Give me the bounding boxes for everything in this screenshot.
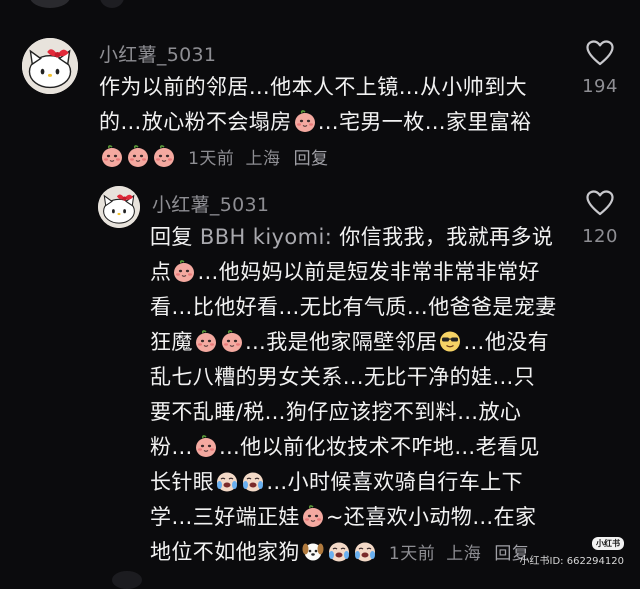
- comment-text-segment: 粉…: [150, 435, 193, 459]
- comment-line: 长针眼 …小时候喜欢骑自行车上下: [150, 465, 570, 500]
- crying-laugh-emoji-icon: [353, 539, 377, 563]
- peach-blush-emoji-icon: [100, 144, 124, 168]
- comment-location: 上海: [245, 149, 281, 169]
- crying-laugh-emoji-icon: [241, 469, 265, 493]
- like-count: 194: [582, 76, 618, 97]
- comment-line: 点 …他妈妈以前是短发非常非常非常好: [150, 255, 570, 290]
- next-comment-edge: [112, 571, 142, 589]
- comment-line: 乱七八糟的男女关系…无比干净的娃…只: [150, 365, 536, 389]
- peach-blush-emoji-icon: [194, 434, 218, 458]
- hello-kitty-avatar-icon: [22, 38, 78, 94]
- peach-blush-emoji-icon: [220, 329, 244, 353]
- comment-text-segment: 你信我我，我就再多说: [332, 225, 554, 249]
- hello-kitty-avatar-icon: [98, 186, 140, 228]
- like-button[interactable]: 194: [570, 40, 630, 97]
- comment-time: 1天前: [188, 149, 235, 169]
- comment-body: 作为以前的邻居…他本人不上镜…从小帅到大 的…放心粉不会塌房 …宅男一枚…家里富裕…: [99, 70, 569, 177]
- comment-line: 回复 BBH kiyomi: 你信我我，我就再多说: [150, 220, 570, 255]
- reply-button[interactable]: 回复: [294, 149, 329, 169]
- comment-line: 狂魔 …我是他家隔壁邻居 …他没有: [150, 325, 570, 360]
- like-count: 120: [582, 226, 618, 247]
- watermark-id: 小红书ID: 662294120: [519, 556, 624, 567]
- comment-location: 上海: [446, 544, 482, 564]
- comment-body: 回复 BBH kiyomi: 你信我我，我就再多说 点 …他妈妈以前是短发非常非常…: [150, 220, 570, 572]
- avatar[interactable]: [98, 186, 140, 228]
- heart-outline-icon: [586, 40, 614, 66]
- comment-footer: 1天前 上海 回复: [99, 140, 569, 177]
- peach-blush-emoji-icon: [152, 144, 176, 168]
- comment-text-segment: 狂魔: [150, 330, 193, 354]
- comment-text-segment: …我是他家隔壁邻居: [244, 330, 438, 354]
- comment-text-segment: …他以前化妆技术不咋地…老看见: [218, 435, 540, 459]
- crying-laugh-emoji-icon: [215, 469, 239, 493]
- comment-text-segment: 地位不如他家狗: [150, 540, 300, 564]
- peach-blush-emoji-icon: [172, 259, 196, 283]
- previous-comment-avatar-edge: [30, 0, 70, 8]
- comment-line: 地位不如他家狗 1天前 上海 回复: [150, 535, 570, 572]
- comment-text-segment: 点: [150, 260, 172, 284]
- cool-face-emoji-icon: [438, 329, 462, 353]
- mention-username[interactable]: BBH kiyomi:: [200, 225, 332, 249]
- dog-emoji-icon: [301, 539, 325, 563]
- comment-text-segment: ~还喜欢小动物…在家: [325, 505, 537, 529]
- comment-line: 学…三好端正娃 ~还喜欢小动物…在家: [150, 500, 570, 535]
- comment-line: 看…比他好看…无比有气质…他爸爸是宠妻: [150, 295, 557, 319]
- reply-prefix: 回复: [150, 225, 193, 249]
- previous-comment-edge: [100, 0, 124, 8]
- crying-laugh-emoji-icon: [327, 539, 351, 563]
- comment-text-segment: …他没有: [463, 330, 550, 354]
- peach-blush-emoji-icon: [126, 144, 150, 168]
- like-button[interactable]: 120: [570, 190, 630, 247]
- comment-text-segment: …宅男一枚…家里富裕: [317, 110, 532, 134]
- comment-line: 要不乱睡/税…狗仔应该挖不到料…放心: [150, 400, 522, 424]
- watermark: 小红书 小红书ID: 662294120: [520, 531, 624, 567]
- comment-username[interactable]: 小红薯_5031: [99, 40, 216, 67]
- peach-blush-emoji-icon: [301, 504, 325, 528]
- heart-outline-icon: [586, 190, 614, 216]
- comment-line: 的…放心粉不会塌房 …宅男一枚…家里富裕: [99, 105, 569, 140]
- peach-blush-emoji-icon: [293, 109, 317, 133]
- avatar[interactable]: [22, 38, 78, 94]
- comment-text-segment: 长针眼: [150, 470, 215, 494]
- watermark-logo: 小红书: [592, 537, 624, 550]
- comment-line: 作为以前的邻居…他本人不上镜…从小帅到大: [99, 75, 527, 99]
- comment-text-segment: …小时候喜欢骑自行车上下: [266, 470, 524, 494]
- comment-time: 1天前: [388, 544, 436, 564]
- peach-blush-emoji-icon: [194, 329, 218, 353]
- comment-text-segment: 的…放心粉不会塌房: [99, 110, 292, 134]
- comment-line: 粉… …他以前化妆技术不咋地…老看见: [150, 430, 570, 465]
- comment-text-segment: …他妈妈以前是短发非常非常非常好: [197, 260, 540, 284]
- comment-username[interactable]: 小红薯_5031: [152, 190, 269, 217]
- comment-text-segment: 学…三好端正娃: [150, 505, 300, 529]
